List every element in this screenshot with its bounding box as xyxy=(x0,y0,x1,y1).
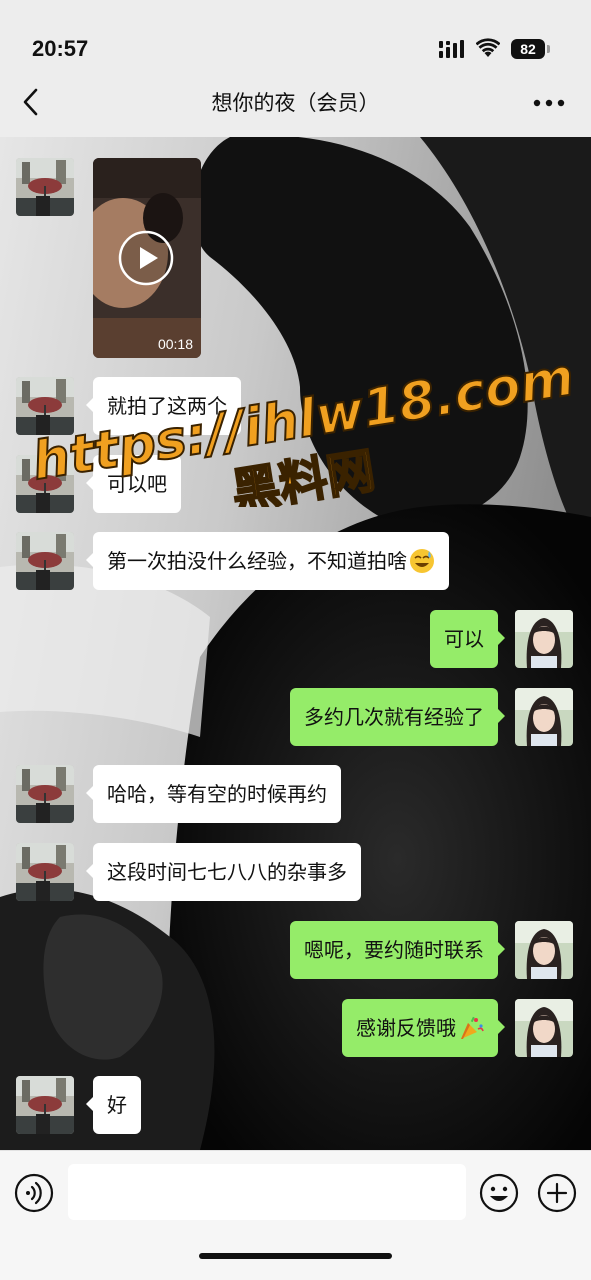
message-text: 嗯呢，要约随时联系 xyxy=(304,938,484,962)
party-popper-emoji xyxy=(461,1016,484,1039)
received-message-bubble[interactable]: 第一次拍没什么经验，不知道拍啥 xyxy=(86,532,449,590)
status-time: 20:57 xyxy=(32,36,89,61)
message-text: 多约几次就有经验了 xyxy=(304,705,484,729)
message-text: 可以吧 xyxy=(107,472,167,496)
battery-icon: 82 xyxy=(511,39,545,59)
message-text: 好 xyxy=(107,1093,127,1117)
received-message-bubble[interactable]: 哈哈，等有空的时候再约 xyxy=(86,765,341,823)
chat-title[interactable]: 想你的夜（会员） xyxy=(120,88,471,118)
input-bar xyxy=(0,1150,591,1280)
plus-icon[interactable] xyxy=(537,1173,577,1213)
chat-header: 想你的夜（会员） xyxy=(0,70,591,137)
message-text: 就拍了这两个 xyxy=(107,394,227,418)
message-text: 哈哈，等有空的时候再约 xyxy=(107,782,327,806)
received-message-bubble[interactable]: 这段时间七七八八的杂事多 xyxy=(86,843,361,901)
contact-avatar[interactable] xyxy=(16,455,74,513)
my-avatar[interactable] xyxy=(515,999,573,1057)
video-duration: 00:18 xyxy=(157,336,193,352)
video-message[interactable]: 00:18 xyxy=(93,158,201,358)
status-bar: 20:57 82 xyxy=(0,0,591,70)
sent-message-bubble[interactable]: 嗯呢，要约随时联系 xyxy=(290,921,505,979)
sent-message-bubble[interactable]: 多约几次就有经验了 xyxy=(290,688,505,746)
message-text: 可以 xyxy=(444,627,484,651)
play-icon[interactable] xyxy=(118,230,174,286)
my-avatar[interactable] xyxy=(515,921,573,979)
contact-avatar[interactable] xyxy=(16,158,74,216)
contact-avatar[interactable] xyxy=(16,843,74,901)
message-text: 感谢反馈哦 xyxy=(356,1016,456,1040)
my-avatar[interactable] xyxy=(515,688,573,746)
contact-avatar[interactable] xyxy=(16,765,74,823)
chat-area[interactable]: 00:18 就拍了这两个 可以吧 第一次拍没什么经验，不知道拍啥 可以 多约几次… xyxy=(0,137,591,1150)
back-chevron-icon[interactable] xyxy=(14,82,50,122)
contact-avatar[interactable] xyxy=(16,377,74,435)
message-input[interactable] xyxy=(68,1164,466,1220)
message-text: 第一次拍没什么经验，不知道拍啥 xyxy=(107,549,407,573)
sweat-smile-emoji xyxy=(410,548,434,573)
sent-message-bubble[interactable]: 可以 xyxy=(430,610,505,668)
received-message-bubble[interactable]: 好 xyxy=(86,1076,141,1134)
more-options-icon[interactable] xyxy=(529,86,569,120)
voice-input-icon[interactable] xyxy=(14,1173,54,1213)
wifi-icon xyxy=(476,38,500,57)
home-indicator xyxy=(199,1253,392,1259)
battery-nub xyxy=(547,45,550,53)
contact-avatar[interactable] xyxy=(16,532,74,590)
phone-screen: 20:57 82 想你的夜（会员） 00:18 就拍了这两个 可以吧 第一次拍没… xyxy=(0,0,591,1280)
message-text: 这段时间七七八八的杂事多 xyxy=(107,860,347,884)
status-icons: 82 xyxy=(439,38,551,60)
my-avatar[interactable] xyxy=(515,610,573,668)
received-message-bubble[interactable]: 就拍了这两个 xyxy=(86,377,241,435)
contact-avatar[interactable] xyxy=(16,1076,74,1134)
cellular-signal-icon xyxy=(439,40,464,58)
received-message-bubble[interactable]: 可以吧 xyxy=(86,455,181,513)
emoji-icon[interactable] xyxy=(479,1173,519,1213)
sent-message-bubble[interactable]: 感谢反馈哦 xyxy=(342,999,505,1057)
